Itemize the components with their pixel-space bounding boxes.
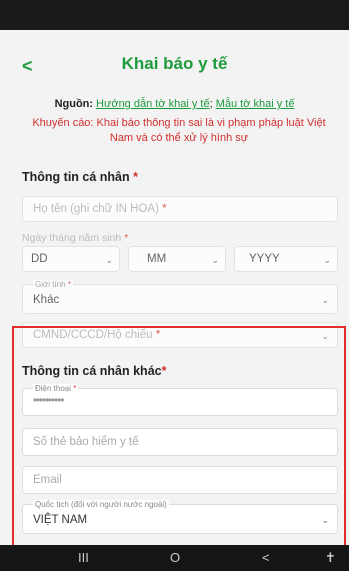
header: < Khai báo y tế [0,48,349,88]
chevron-down-icon: ⌄ [105,255,113,265]
gender-value: Khác [33,294,60,306]
navigation-bar: III O < ✝ [0,545,349,571]
dob-day-value: DD [31,253,48,265]
warning-text: Khuyến cáo: Khai báo thông tin sai là vi… [32,117,326,144]
source-line: Nguồn: Hướng dẫn tờ khai y tế; Mẫu tờ kha… [0,98,349,110]
dob-label: Ngày tháng năm sinh * [22,232,129,244]
full-name-field[interactable]: Họ tên (ghi chữ IN HOA) * [22,196,338,222]
highlight-box [12,326,346,548]
chevron-down-icon: ⌄ [323,255,331,265]
home-button[interactable]: O [170,550,180,565]
personal-section-label: Thông tin cá nhân [22,170,130,184]
accessibility-icon[interactable]: ✝ [325,550,336,566]
dob-month-select[interactable]: MM ⌄ [128,246,226,272]
dob-year-value: YYYY [249,253,280,265]
page-title: Khai báo y tế [121,54,228,73]
personal-section-title: Thông tin cá nhân * [22,170,138,184]
dob-day-select[interactable]: DD ⌄ [22,246,120,272]
gender-label: Giới tính * [33,280,73,289]
link-separator: ; [209,98,213,110]
form-template-link[interactable]: Mẫu tờ khai y tế [216,98,295,110]
recents-button[interactable]: III [78,550,89,565]
full-name-placeholder: Họ tên (ghi chữ IN HOA) * [33,203,167,215]
required-mark: * [133,170,138,184]
gender-select[interactable]: Giới tính * Khác ⌄ [22,280,338,314]
status-bar [0,0,349,30]
dob-month-value: MM [147,253,167,265]
guide-link[interactable]: Hướng dẫn tờ khai y tế [96,98,210,110]
dob-year-select[interactable]: YYYY ⌄ [234,246,338,272]
source-label: Nguồn: [54,98,94,110]
back-nav-button[interactable]: < [262,550,270,565]
chevron-down-icon: ⌄ [321,295,329,305]
chevron-down-icon: ⌄ [211,255,219,265]
